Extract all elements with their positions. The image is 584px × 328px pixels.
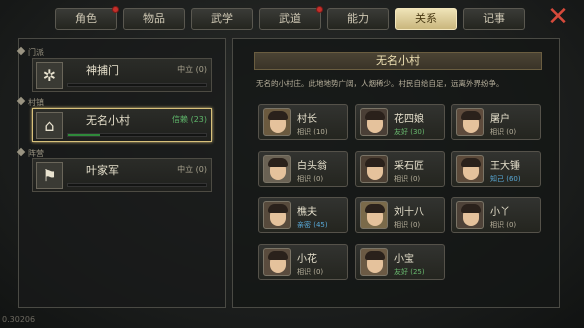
npc-name: 采石匠 [394,161,424,172]
npc-name: 樵夫 [297,207,317,218]
npc-card[interactable]: 樵夫亲密 (45) [258,197,348,233]
footer-id: 0.30206 [2,315,36,324]
npc-name: 小宝 [394,254,414,265]
tab-martial-way[interactable]: 武道 [259,6,323,30]
npc-name: 王大锤 [490,161,520,172]
npc-relation: 相识 (0) [490,221,517,229]
npc-relation: 知己 (60) [490,175,521,183]
tab-character[interactable]: 角色 [55,6,119,30]
tab-label: 记事 [483,12,505,25]
npc-name: 刘十八 [394,207,424,218]
portrait-hair [365,111,385,120]
tab-martial-arts[interactable]: 武学 [191,8,253,30]
portrait-hair [461,111,481,120]
portrait-hair [268,158,288,167]
faction-item-selected[interactable]: ⌂ 无名小村 信赖 (23) [32,108,212,142]
game-window: 角色 物品 武学 武道 能力 关系 记事 ✕ 门派 ✲ 神捕门 中立 (0) 村… [0,0,584,328]
faction-name: 叶家军 [86,164,119,177]
npc-portrait [456,155,484,183]
faction-name: 神捕门 [86,64,119,77]
group-label-sect: 门派 [16,46,44,58]
flag-icon: ⚑ [36,162,63,189]
npc-name: 白头翁 [297,161,327,172]
npc-portrait [263,201,291,229]
tab-items[interactable]: 物品 [123,8,185,30]
npc-card[interactable]: 王大锤知己 (60) [451,151,541,187]
npc-portrait [263,155,291,183]
faction-name: 无名小村 [86,114,130,127]
npc-name: 小丫 [490,207,510,218]
npc-relation: 相识 (0) [297,175,324,183]
npc-relation: 相识 (0) [394,175,421,183]
portrait-hair [268,204,288,213]
relation-bar [67,133,207,137]
portrait-hair [461,204,481,213]
tab-label: 物品 [143,12,165,25]
npc-portrait [456,201,484,229]
spider-icon: ✲ [36,62,63,89]
portrait-hair [461,158,481,167]
npc-card[interactable]: 小宝友好 (25) [355,244,445,280]
relation-bar [67,83,207,87]
portrait-hair [365,158,385,167]
faction-relation: 中立 (0) [177,65,207,74]
tab-relations[interactable]: 关系 [395,8,457,30]
npc-card[interactable]: 小花相识 (0) [258,244,348,280]
portrait-hair [268,111,288,120]
village-title: 无名小村 [254,52,542,70]
npc-relation: 亲密 (45) [297,221,328,229]
notification-dot-icon [112,6,119,13]
faction-relation: 中立 (0) [177,165,207,174]
portrait-hair [268,251,288,260]
village-description: 无名的小村庄。此地地势广阔，人烟稀少。村民自给自足，远离外界纷争。 [256,79,504,88]
npc-portrait [360,108,388,136]
faction-item[interactable]: ⚑ 叶家军 中立 (0) [32,158,212,192]
npc-card[interactable]: 白头翁相识 (0) [258,151,348,187]
notification-dot-icon [316,6,323,13]
tab-label: 武道 [279,12,301,25]
npc-relation: 相识 (0) [297,268,324,276]
relation-bar [67,183,207,187]
npc-portrait [360,155,388,183]
portrait-hair [365,204,385,213]
tab-label: 角色 [75,12,97,25]
npc-relation: 相识 (10) [297,128,328,136]
tab-abilities[interactable]: 能力 [327,8,389,30]
npc-card[interactable]: 花四娘友好 (30) [355,104,445,140]
group-label-village: 村镇 [16,96,44,108]
npc-relation: 友好 (25) [394,268,425,276]
npc-portrait [263,248,291,276]
npc-card[interactable]: 屠户相识 (0) [451,104,541,140]
npc-name: 屠户 [490,114,510,125]
npc-portrait [360,248,388,276]
house-icon: ⌂ [36,112,63,139]
npc-card[interactable]: 小丫相识 (0) [451,197,541,233]
tab-label: 武学 [211,12,233,25]
tab-label: 能力 [347,12,369,25]
npc-relation: 相识 (0) [490,128,517,136]
diamond-icon [16,46,26,56]
npc-portrait [263,108,291,136]
close-icon[interactable]: ✕ [545,4,571,31]
faction-relation: 信赖 (23) [172,115,207,124]
npc-portrait [456,108,484,136]
npc-portrait [360,201,388,229]
diamond-icon [16,96,26,106]
npc-relation: 友好 (30) [394,128,425,136]
tab-journal[interactable]: 记事 [463,8,525,30]
faction-item[interactable]: ✲ 神捕门 中立 (0) [32,58,212,92]
npc-name: 村长 [297,114,317,125]
tab-label: 关系 [415,12,437,25]
npc-name: 小花 [297,254,317,265]
npc-card[interactable]: 采石匠相识 (0) [355,151,445,187]
tab-bar: 角色 物品 武学 武道 能力 关系 记事 [55,6,525,30]
diamond-icon [16,147,26,157]
npc-card[interactable]: 刘十八相识 (0) [355,197,445,233]
npc-relation: 相识 (0) [394,221,421,229]
npc-name: 花四娘 [394,114,424,125]
npc-card[interactable]: 村长相识 (10) [258,104,348,140]
portrait-hair [365,251,385,260]
